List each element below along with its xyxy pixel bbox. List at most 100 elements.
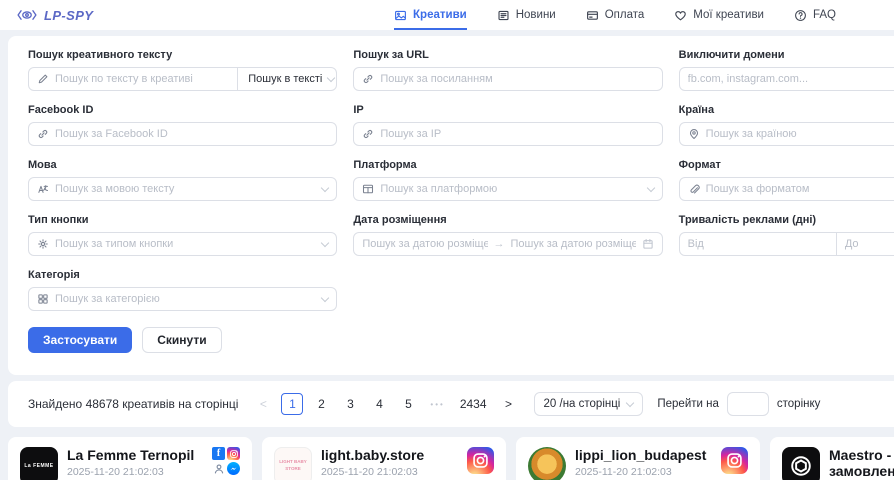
pagination-ellipsis[interactable]: ••• — [426, 393, 448, 415]
filter-label: Платформа — [353, 159, 662, 171]
category-input[interactable] — [55, 293, 316, 305]
language-input[interactable] — [55, 183, 316, 195]
pagination-page-4[interactable]: 4 — [368, 393, 390, 415]
tab-label: Оплата — [605, 9, 645, 21]
emblem-avatar[interactable] — [782, 447, 820, 480]
filter-label: Країна — [679, 104, 894, 116]
page-size-select[interactable]: 20 /на сторінці — [534, 392, 644, 416]
apply-button[interactable]: Застосувати — [28, 327, 132, 353]
link-icon — [37, 128, 49, 140]
filter-label: Тип кнопки — [28, 214, 337, 226]
tab-label: Мої креативи — [693, 9, 764, 21]
location-pin-icon — [688, 128, 700, 140]
pagination-prev-button[interactable]: < — [252, 393, 274, 415]
tab-faq[interactable]: FAQ — [794, 0, 836, 30]
tab-label: Новини — [516, 9, 556, 21]
chevron-down-icon — [321, 183, 329, 191]
category-select[interactable] — [28, 287, 337, 311]
lion-avatar[interactable] — [528, 447, 566, 480]
tab-label: FAQ — [813, 9, 836, 21]
grid-icon — [37, 293, 49, 305]
url-input[interactable] — [380, 73, 653, 85]
tab-label: Креативи — [413, 9, 467, 21]
filter-ip: IP — [353, 104, 662, 146]
instagram-icon[interactable] — [467, 447, 494, 474]
avatar[interactable]: La FEMME — [20, 447, 58, 480]
link-icon — [362, 128, 374, 140]
platform-select[interactable] — [353, 177, 662, 201]
filter-url: Пошук за URL — [353, 49, 662, 91]
duration-to-input[interactable] — [836, 233, 894, 255]
news-icon — [497, 9, 510, 22]
filter-label: Пошук креативного тексту — [28, 49, 337, 61]
text-search-mode-select[interactable]: Пошук в тексті — [237, 68, 336, 90]
format-input[interactable] — [706, 183, 894, 195]
tab-creatives[interactable]: Креативи — [394, 0, 467, 30]
translate-icon — [37, 183, 49, 195]
pagination-page-3[interactable]: 3 — [339, 393, 361, 415]
platform-input[interactable] — [380, 183, 641, 195]
filter-label: Facebook ID — [28, 104, 337, 116]
language-select[interactable] — [28, 177, 337, 201]
card-date: 2025-11-20 21:02:03 — [321, 466, 458, 478]
button-type-select[interactable] — [28, 232, 337, 256]
emblem-icon — [788, 453, 814, 479]
card-title[interactable]: lippi_lion_budapest — [575, 447, 712, 463]
filter-exclude-domains: Виключити домени — [679, 49, 894, 91]
pagination-page-1[interactable]: 1 — [281, 393, 303, 415]
ip-input[interactable] — [380, 128, 653, 140]
reset-button[interactable]: Скинути — [142, 327, 221, 353]
date-to-input[interactable] — [511, 238, 636, 250]
instagram-icon[interactable] — [227, 447, 240, 460]
country-input[interactable] — [706, 128, 894, 140]
link-icon — [362, 73, 374, 85]
filter-country: Країна — [679, 104, 894, 146]
filter-label: Тривалість реклами (дні) — [679, 214, 894, 226]
tab-payment[interactable]: Оплата — [586, 0, 645, 30]
image-icon — [394, 9, 407, 22]
filter-label: Пошук за URL — [353, 49, 662, 61]
card-title[interactable]: Maestro - кухні, меблі замовлення в Ужго… — [829, 447, 894, 479]
card-title[interactable]: La Femme Ternopil — [67, 447, 203, 463]
logo-text: LP-SPY — [44, 8, 93, 23]
instagram-icon[interactable] — [721, 447, 748, 474]
results-summary: Знайдено 48678 креативів на сторінці — [28, 397, 238, 411]
pagination-next-button[interactable]: > — [498, 393, 520, 415]
tab-news[interactable]: Новини — [497, 0, 556, 30]
tab-my-creatives[interactable]: Мої креативи — [674, 0, 764, 30]
filter-language: Мова — [28, 159, 337, 201]
goto-suffix: сторінку — [777, 398, 821, 410]
pagination-page-5[interactable]: 5 — [397, 393, 419, 415]
pagination-last-page[interactable]: 2434 — [456, 393, 491, 415]
facebook-icon[interactable]: f — [212, 447, 225, 460]
logo-eye-icon — [16, 8, 38, 22]
button-type-input[interactable] — [55, 238, 316, 250]
audience-icon[interactable] — [212, 462, 225, 475]
app-logo[interactable]: LP-SPY — [16, 8, 93, 23]
paperclip-icon — [688, 183, 700, 195]
pagination: < 1 2 3 4 5 ••• 2434 > — [252, 393, 519, 415]
goto-page-input[interactable] — [727, 392, 769, 416]
filter-label: Мова — [28, 159, 337, 171]
filter-category: Категорія — [28, 269, 337, 311]
page-size-label: 20 /на сторінці — [544, 398, 621, 410]
filter-date-range: Дата розміщення → — [353, 214, 662, 256]
format-select[interactable] — [679, 177, 894, 201]
exclude-domains-input[interactable] — [688, 73, 894, 85]
arrow-right-icon: → — [494, 238, 505, 250]
creative-text-input[interactable] — [55, 73, 231, 85]
duration-from-input[interactable] — [680, 233, 830, 255]
chevron-down-icon — [327, 73, 335, 81]
date-from-input[interactable] — [362, 238, 487, 250]
pagination-page-2[interactable]: 2 — [310, 393, 332, 415]
creative-card: lippi_lion_budapest 2025-11-20 21:02:03 … — [516, 437, 760, 480]
heart-icon — [674, 9, 687, 22]
card-title[interactable]: light.baby.store — [321, 447, 458, 463]
filter-label: Виключити домени — [679, 49, 894, 61]
filters-panel: Пошук креативного тексту Пошук в тексті … — [8, 36, 894, 375]
messenger-icon[interactable] — [227, 462, 240, 475]
avatar[interactable]: LIGHT BABY STORE — [274, 447, 312, 480]
filter-duration: Тривалість реклами (дні) — [679, 214, 894, 256]
facebook-id-input[interactable] — [55, 128, 328, 140]
card-date: 2025-11-20 21:02:03 — [67, 466, 203, 478]
